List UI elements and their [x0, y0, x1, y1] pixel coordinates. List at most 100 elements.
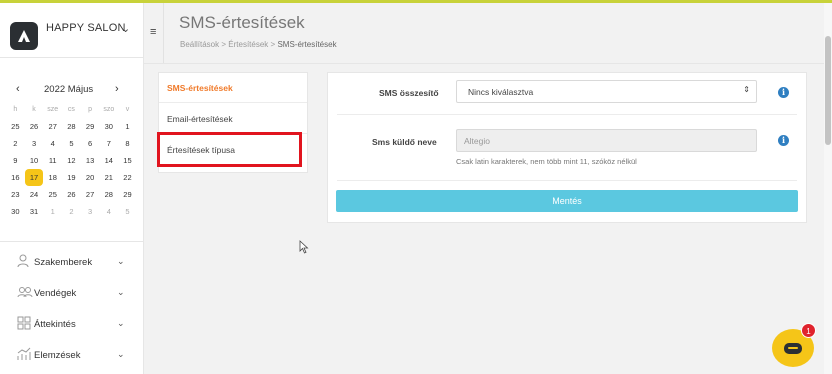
sms-summary-select[interactable]: Nincs kiválasztva ⇕	[456, 80, 757, 103]
chevron-down-icon: ⌄	[121, 23, 131, 35]
breadcrumb-separator: >	[221, 40, 227, 49]
calendar-day[interactable]: 8	[118, 135, 137, 152]
weekday-label: p	[88, 106, 93, 113]
breadcrumb-link-settings[interactable]: Beállítások	[180, 40, 219, 49]
calendar-day[interactable]: 2	[62, 203, 81, 220]
weekday-label: sze	[47, 106, 59, 113]
info-icon[interactable]: i	[778, 135, 789, 146]
calendar-grid: h k sze cs p szo v 25 26 27 28 29 30 1 2 3 4 5 6 7 8 9 10 11 12 1…	[6, 101, 137, 220]
input-value: Altegio	[464, 136, 490, 146]
nav-item-elemzesek[interactable]: Elemzések ⌄	[0, 343, 144, 367]
breadcrumb-link-notifications[interactable]: Értesítések	[228, 40, 268, 49]
calendar-day[interactable]: 13	[81, 152, 100, 169]
nav-item-szakemberek[interactable]: Szakemberek ⌄	[0, 250, 144, 274]
scrollbar-thumb[interactable]	[825, 36, 831, 145]
breadcrumb-current: SMS-értesítések	[277, 40, 337, 49]
breadcrumb-separator: >	[270, 40, 276, 49]
chevron-down-icon: ⌄	[117, 287, 125, 297]
chevron-left-icon[interactable]: ‹	[16, 83, 20, 95]
weekday-label: cs	[67, 106, 75, 113]
nav-item-attekintes[interactable]: Áttekintés ⌄	[0, 312, 144, 336]
calendar-day[interactable]: 1	[118, 118, 137, 135]
calendar-day[interactable]: 20	[81, 169, 100, 186]
weekday-label: v	[125, 106, 130, 113]
calendar-day[interactable]: 11	[43, 152, 62, 169]
chevron-right-icon[interactable]: ›	[115, 83, 119, 95]
calendar-day[interactable]: 27	[43, 118, 62, 135]
calendar-day[interactable]: 5	[62, 135, 81, 152]
calendar-day[interactable]: 26	[25, 118, 44, 135]
calendar-day[interactable]: 28	[62, 118, 81, 135]
sms-summary-label: SMS összesítő	[379, 88, 439, 98]
chevron-down-icon: ⌄	[117, 256, 125, 266]
nav-item-label: Elemzések	[34, 350, 81, 361]
calendar-day[interactable]: 29	[118, 186, 137, 203]
calendar-day[interactable]: 12	[62, 152, 81, 169]
hamburger-menu-icon[interactable]: ≡	[150, 26, 156, 38]
mouse-cursor-icon	[299, 240, 309, 254]
person-icon	[17, 254, 29, 268]
divider	[144, 63, 824, 64]
calendar-day-today[interactable]: 17	[24, 169, 44, 186]
weekday-label: h	[13, 106, 18, 113]
calendar-day[interactable]: 27	[81, 186, 100, 203]
save-button[interactable]: Mentés	[336, 190, 798, 212]
calendar-day[interactable]: 30	[99, 118, 118, 135]
menu-item-email-notifications[interactable]: Email-értesítések	[159, 104, 307, 134]
calendar-day[interactable]: 21	[99, 169, 118, 186]
menu-item-sms-notifications[interactable]: SMS-értesítések	[159, 73, 307, 103]
calendar-day[interactable]: 18	[43, 169, 62, 186]
calendar-day[interactable]: 3	[81, 203, 100, 220]
info-icon[interactable]: i	[778, 87, 789, 98]
select-arrows-icon: ⇕	[743, 85, 750, 94]
calendar-day[interactable]: 2	[6, 135, 25, 152]
chevron-down-icon: ⌄	[117, 318, 125, 328]
select-value: Nincs kiválasztva	[468, 87, 534, 97]
calendar-header: ‹ 2022 Május ›	[0, 81, 144, 97]
calendar-day[interactable]: 30	[6, 203, 25, 220]
calendar-day[interactable]: 28	[99, 186, 118, 203]
calendar-day[interactable]: 25	[43, 186, 62, 203]
calendar-day[interactable]: 22	[118, 169, 137, 186]
calendar-day[interactable]: 4	[99, 203, 118, 220]
breadcrumb: Beállítások > Értesítések > SMS-értesíté…	[180, 40, 337, 49]
chat-unread-badge: 1	[801, 323, 816, 338]
grid-icon	[17, 316, 31, 330]
weekday-label: szo	[103, 106, 115, 113]
sidebar: HAPPY SALON ⌄ ‹ 2022 Május › h k sze cs p szo…	[0, 3, 144, 374]
sender-name-field[interactable]: Altegio	[456, 129, 757, 152]
calendar-day[interactable]: 31	[25, 203, 44, 220]
menu-item-label: Email-értesítések	[167, 114, 233, 124]
sender-name-label: Sms küldő neve	[372, 137, 437, 147]
divider	[0, 241, 144, 242]
calendar-day[interactable]: 1	[43, 203, 62, 220]
brand-logo	[10, 22, 38, 50]
calendar-day[interactable]: 25	[6, 118, 25, 135]
calendar-day[interactable]: 14	[99, 152, 118, 169]
chat-icon	[784, 343, 802, 354]
divider	[163, 3, 164, 63]
nav-item-vendegek[interactable]: Vendégek ⌄	[0, 281, 144, 305]
calendar-day[interactable]: 29	[81, 118, 100, 135]
calendar-day[interactable]: 24	[25, 186, 44, 203]
highlight-box	[157, 132, 302, 167]
nav-item-label: Áttekintés	[34, 319, 76, 330]
calendar-day[interactable]: 5	[118, 203, 137, 220]
calendar-day[interactable]: 16	[6, 169, 25, 186]
calendar-day[interactable]: 23	[6, 186, 25, 203]
calendar-day[interactable]: 9	[6, 152, 25, 169]
calendar-day[interactable]: 4	[43, 135, 62, 152]
calendar-day[interactable]: 10	[25, 152, 44, 169]
calendar-day[interactable]: 6	[81, 135, 100, 152]
weekday-label: k	[32, 106, 36, 113]
calendar-day[interactable]: 7	[99, 135, 118, 152]
nav-item-label: Szakemberek	[34, 257, 93, 268]
calendar-day[interactable]: 15	[118, 152, 137, 169]
menu-item-label: SMS-értesítések	[167, 83, 233, 93]
calendar-day[interactable]: 3	[25, 135, 44, 152]
calendar-day[interactable]: 19	[62, 169, 81, 186]
divider	[337, 180, 797, 181]
calendar-day[interactable]: 26	[62, 186, 81, 203]
divider	[337, 114, 797, 115]
brand-switcher[interactable]: HAPPY SALON ⌄	[0, 3, 144, 58]
